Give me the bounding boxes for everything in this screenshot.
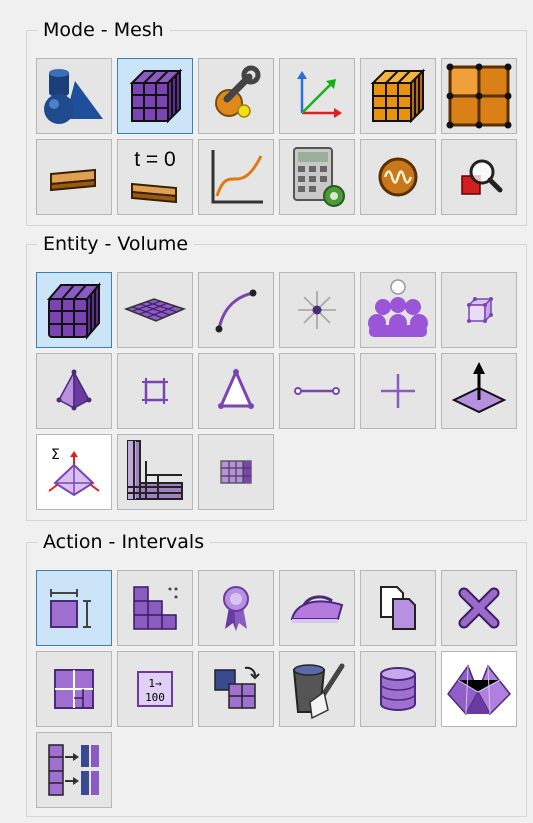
action-delete-button[interactable]	[441, 570, 517, 646]
surface-icon	[123, 298, 187, 322]
action-sweep-button[interactable]	[441, 651, 517, 727]
geometry-icon	[44, 69, 103, 124]
entity-tri-button[interactable]	[198, 353, 274, 429]
entity-vertex-button[interactable]	[279, 272, 355, 348]
mode-zoom-select-button[interactable]	[441, 139, 517, 215]
orange-mesh-cube-icon	[370, 68, 426, 124]
mode-group: Mode - Mesh t = 0	[26, 18, 527, 226]
mode-grid-nodes-button[interactable]	[441, 58, 517, 134]
propagate-icon	[48, 744, 99, 796]
action-button-grid: 1→ 100	[36, 570, 517, 808]
group-icon	[368, 279, 428, 337]
sum-constraint-icon: Σ	[48, 447, 100, 497]
action-renumber-button[interactable]: 1→ 100	[117, 651, 193, 727]
delete-mesh-icon	[458, 587, 500, 629]
mode-time-zero-button[interactable]: t = 0	[117, 139, 193, 215]
intervals-icon	[50, 589, 91, 628]
mesh-icon	[129, 68, 183, 124]
hex-element-icon	[467, 297, 493, 323]
signal-wave-icon	[378, 157, 418, 197]
mode-geometry-button[interactable]	[36, 58, 112, 134]
entity-group-title: Entity - Volume	[37, 232, 195, 256]
action-group-title: Action - Intervals	[37, 530, 211, 554]
action-refine-button[interactable]	[36, 651, 112, 727]
quad-element-icon	[142, 378, 168, 404]
mode-surface-strip-button[interactable]	[36, 139, 112, 215]
entity-tet-button[interactable]	[36, 353, 112, 429]
swap-mesh-icon	[214, 666, 260, 709]
entity-structured-block-button[interactable]	[117, 434, 193, 510]
entity-block-grid-button[interactable]	[198, 434, 274, 510]
tools-icon	[215, 65, 261, 118]
entity-volume-button[interactable]	[36, 272, 112, 348]
entity-hex-button[interactable]	[441, 272, 517, 348]
zoom-select-icon	[461, 159, 503, 195]
structured-block-icon	[127, 440, 183, 500]
action-quality-button[interactable]	[198, 570, 274, 646]
coordinate-axes-icon	[297, 71, 342, 118]
entity-node-button[interactable]	[360, 353, 436, 429]
mode-mesh-button[interactable]	[117, 58, 193, 134]
renumber-icon: 1→ 100	[137, 671, 173, 707]
svg-text:Σ: Σ	[51, 447, 60, 463]
volume-icon	[46, 282, 102, 340]
clean-brush-icon	[292, 663, 345, 720]
action-clean-button[interactable]	[279, 651, 355, 727]
entity-edge-button[interactable]	[279, 353, 355, 429]
mode-tools-button[interactable]	[198, 58, 274, 134]
action-intervals-button[interactable]	[36, 570, 112, 646]
calculator-gear-icon	[293, 147, 345, 207]
mesh-scheme-icon	[133, 586, 178, 630]
time-zero-icon: t = 0	[131, 148, 177, 204]
curve-plot-icon	[211, 150, 263, 204]
renumber-bottom-label: 100	[145, 691, 165, 704]
quality-ribbon-icon	[223, 586, 249, 631]
tet-element-icon	[56, 369, 92, 411]
action-swap-button[interactable]	[198, 651, 274, 727]
node-element-icon	[381, 374, 415, 408]
vertex-icon	[298, 291, 336, 329]
grid-nodes-icon	[446, 63, 512, 129]
action-database-button[interactable]	[360, 651, 436, 727]
mode-group-title: Mode - Mesh	[37, 18, 170, 42]
entity-sum-constraint-button[interactable]: Σ	[36, 434, 112, 510]
action-mesh-scheme-button[interactable]	[117, 570, 193, 646]
renumber-top-label: 1→	[148, 677, 162, 690]
action-group: Action - Intervals 1→ 100	[26, 530, 527, 817]
entity-quad-button[interactable]	[117, 353, 193, 429]
entity-group-button[interactable]	[360, 272, 436, 348]
block-grid-icon	[220, 460, 252, 484]
entity-button-grid: Σ	[36, 272, 517, 510]
edge-element-icon	[294, 387, 340, 395]
tri-element-icon	[218, 368, 254, 409]
surface-normal-icon	[451, 362, 507, 414]
action-propagate-button[interactable]	[36, 732, 112, 808]
mode-curve-plot-button[interactable]	[198, 139, 274, 215]
database-icon	[380, 667, 416, 711]
action-smooth-button[interactable]	[279, 570, 355, 646]
mode-calculator-button[interactable]	[279, 139, 355, 215]
surface-strip-icon	[50, 168, 96, 192]
action-copy-button[interactable]	[360, 570, 436, 646]
mode-orange-mesh-button[interactable]	[360, 58, 436, 134]
curve-icon	[215, 289, 257, 333]
time-zero-label: t = 0	[134, 148, 175, 171]
mode-button-grid: t = 0	[36, 58, 517, 215]
entity-surface-normal-button[interactable]	[441, 353, 517, 429]
smooth-iron-icon	[290, 595, 344, 623]
entity-curve-button[interactable]	[198, 272, 274, 348]
refine-mesh-icon	[54, 669, 94, 709]
mode-signal-wave-button[interactable]	[360, 139, 436, 215]
entity-surface-button[interactable]	[117, 272, 193, 348]
sweep-mesh-icon	[447, 664, 512, 716]
mode-coordinates-button[interactable]	[279, 58, 355, 134]
copy-mesh-icon	[380, 586, 416, 630]
entity-group: Entity - Volume Σ	[26, 232, 527, 521]
